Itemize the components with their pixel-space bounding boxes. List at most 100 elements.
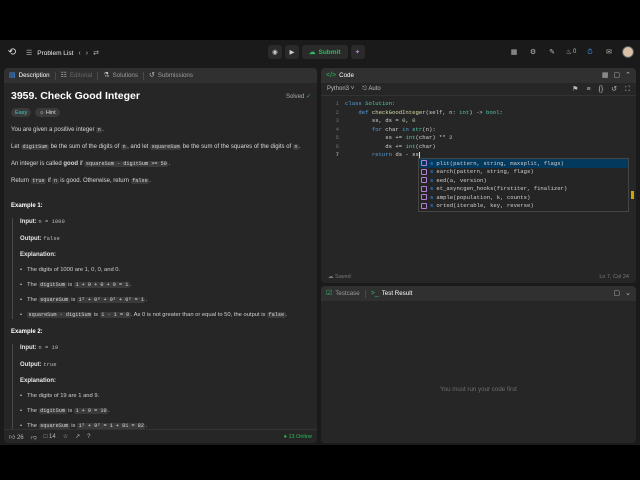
layout-icon[interactable]: ▦: [508, 45, 520, 59]
format-icon[interactable]: ≡: [586, 86, 590, 93]
user-avatar[interactable]: [622, 46, 634, 58]
bold-text: good: [63, 161, 79, 167]
inline-code: digitSum: [38, 282, 67, 288]
cloud-upload-icon: ☁: [309, 49, 316, 56]
tab-testcase[interactable]: ☑ Testcase: [326, 290, 360, 297]
tab-description[interactable]: ▤ Description: [9, 72, 50, 79]
code-text: (char) **: [415, 134, 450, 141]
text: An integer is called: [11, 161, 64, 167]
number: 0: [412, 117, 416, 124]
language-select[interactable]: Python3 ˅: [327, 86, 354, 92]
run-tools: ◉ ▶ ☁ Submit ✦: [268, 45, 365, 59]
hint-badge[interactable]: ☼ Hint: [35, 108, 60, 117]
tab-editorial[interactable]: ☷ Editorial: [61, 72, 93, 79]
autocomplete-item[interactable]: s et_asyncgen_hooks(firstiter, finalizer): [419, 185, 628, 194]
statement-paragraph-2: Let digitSum be the sum of the digits of…: [11, 143, 311, 151]
terminal-icon: >_: [370, 290, 379, 297]
type: bool: [486, 108, 500, 116]
fullscreen-icon[interactable]: ⛶: [625, 86, 630, 93]
next-problem-icon[interactable]: ›: [86, 50, 88, 57]
favorite-button[interactable]: ☆: [63, 433, 68, 440]
help-button[interactable]: ?: [87, 434, 90, 440]
solved-label: Solved: [285, 93, 305, 100]
problem-list-link[interactable]: Problem List: [37, 50, 73, 57]
shuffle-icon[interactable]: ⇄: [93, 50, 99, 57]
dislike-button[interactable]: 👎︎: [31, 433, 37, 441]
streak-count: 0: [572, 49, 577, 55]
reset-icon[interactable]: ↺: [611, 86, 617, 93]
leetcode-logo-icon[interactable]: ⟲: [6, 47, 18, 59]
class-name: Solution:: [361, 100, 396, 107]
online-count: ● 13 Online: [283, 433, 312, 440]
autocomplete-item[interactable]: s orted(iterable, key, reverse): [419, 202, 628, 211]
expand-icon[interactable]: ▢: [614, 290, 621, 297]
checkbox-icon: ☑: [326, 290, 333, 297]
collapse-icon[interactable]: ⌄: [625, 290, 631, 297]
difficulty-badge: Easy: [11, 108, 32, 117]
text: , and let: [127, 144, 151, 150]
ai-assist-button[interactable]: ✦: [350, 45, 365, 59]
braces-icon[interactable]: {}: [599, 86, 604, 93]
run-button[interactable]: ▶: [285, 45, 299, 59]
layout-toggle-icon[interactable]: ▦: [602, 72, 609, 79]
example-2-title: Example 2:: [11, 329, 43, 335]
autocomplete-item[interactable]: s earch(pattern, string, flags): [419, 168, 628, 177]
inline-code: digitSum: [21, 144, 49, 150]
inline-code: squareSum - digitSum: [27, 312, 93, 318]
tab-solutions[interactable]: ⚗ Solutions: [103, 72, 138, 79]
collapse-icon[interactable]: ⌃: [625, 72, 631, 79]
expand-icon[interactable]: ▢: [614, 72, 621, 79]
notifications-icon[interactable]: ✉: [603, 45, 615, 59]
tab-code[interactable]: </> Code: [326, 72, 354, 79]
tab-submissions[interactable]: ↺ Submissions: [149, 72, 193, 79]
match-text: s: [430, 176, 434, 184]
comments-button[interactable]: □ 14: [44, 434, 56, 440]
suggestion-text: et_asyncgen_hooks(firstiter, finalizer): [436, 185, 568, 193]
debug-button[interactable]: ◉: [268, 45, 282, 59]
code-line: ss, ds = 0, 0: [345, 117, 416, 124]
list-item: The digits of 1000 are 1, 0, 0, and 0.: [20, 266, 311, 274]
timer-icon[interactable]: ⏱: [584, 45, 596, 59]
line-number: 6: [335, 142, 339, 150]
text: is: [92, 312, 100, 318]
number: 2: [449, 134, 453, 141]
code-text: ) ->: [469, 108, 487, 116]
share-button[interactable]: ↗: [75, 433, 80, 440]
example-1-input: Input: n = 1000: [20, 218, 311, 226]
help-icon: ?: [87, 433, 91, 440]
match-text: s: [430, 193, 434, 201]
bug-icon: ◉: [272, 49, 278, 56]
autocomplete-item[interactable]: s eed(a, version): [419, 176, 628, 185]
tab-test-result[interactable]: >_ Test Result: [371, 290, 413, 297]
list-icon[interactable]: ☰: [26, 50, 32, 57]
app-window: ⟲ ☰ Problem List ‹ › ⇄ ◉ ▶ ☁ Submit ✦ ▦ …: [0, 40, 640, 445]
editor-toolbar: Python3 ˅ ⎋ Auto ⚑ ≡ {} ↺ ⛶: [321, 83, 636, 96]
code-tabs: </> Code ▦ ▢ ⌃: [321, 68, 636, 83]
notes-icon[interactable]: ✎: [546, 45, 558, 59]
saved-label: Saved: [335, 273, 351, 280]
settings-icon[interactable]: ⚙: [527, 45, 539, 59]
editor-status-bar: ☁ Saved Ln 7, Col 24: [321, 270, 636, 283]
example-2-box: Input: n = 19 Output: true Explanation: …: [12, 344, 311, 430]
auto-label: Auto: [368, 85, 381, 92]
submit-button[interactable]: ☁ Submit: [302, 45, 348, 59]
check-circle-icon: ✓: [305, 93, 311, 100]
function-name: checkGoodInteger: [368, 108, 426, 116]
autocomplete-item[interactable]: s plit(pattern, string, maxsplit, flags): [419, 159, 628, 168]
bookmark-icon[interactable]: ⚑: [572, 86, 578, 93]
solved-status: Solved ✓: [286, 93, 311, 100]
autocomplete-item[interactable]: s ample(population, k, counts): [419, 193, 628, 202]
input-value: n = 19: [38, 344, 59, 351]
list-item: The digits of 19 are 1 and 9.: [20, 392, 311, 400]
builtin: int: [405, 142, 416, 150]
tab-divider: [54, 71, 56, 80]
like-button[interactable]: 👍︎ 26: [9, 433, 24, 441]
prev-problem-icon[interactable]: ‹: [78, 50, 80, 57]
text: .: [285, 312, 288, 318]
text: .: [299, 144, 301, 150]
keyword: def: [345, 108, 369, 116]
auto-toggle[interactable]: ⎋ Auto: [362, 86, 380, 93]
streak-fire-icon[interactable]: ♨ 0: [565, 45, 577, 59]
text: .: [102, 127, 104, 133]
problem-title[interactable]: 3959. Check Good Integer: [11, 90, 140, 102]
